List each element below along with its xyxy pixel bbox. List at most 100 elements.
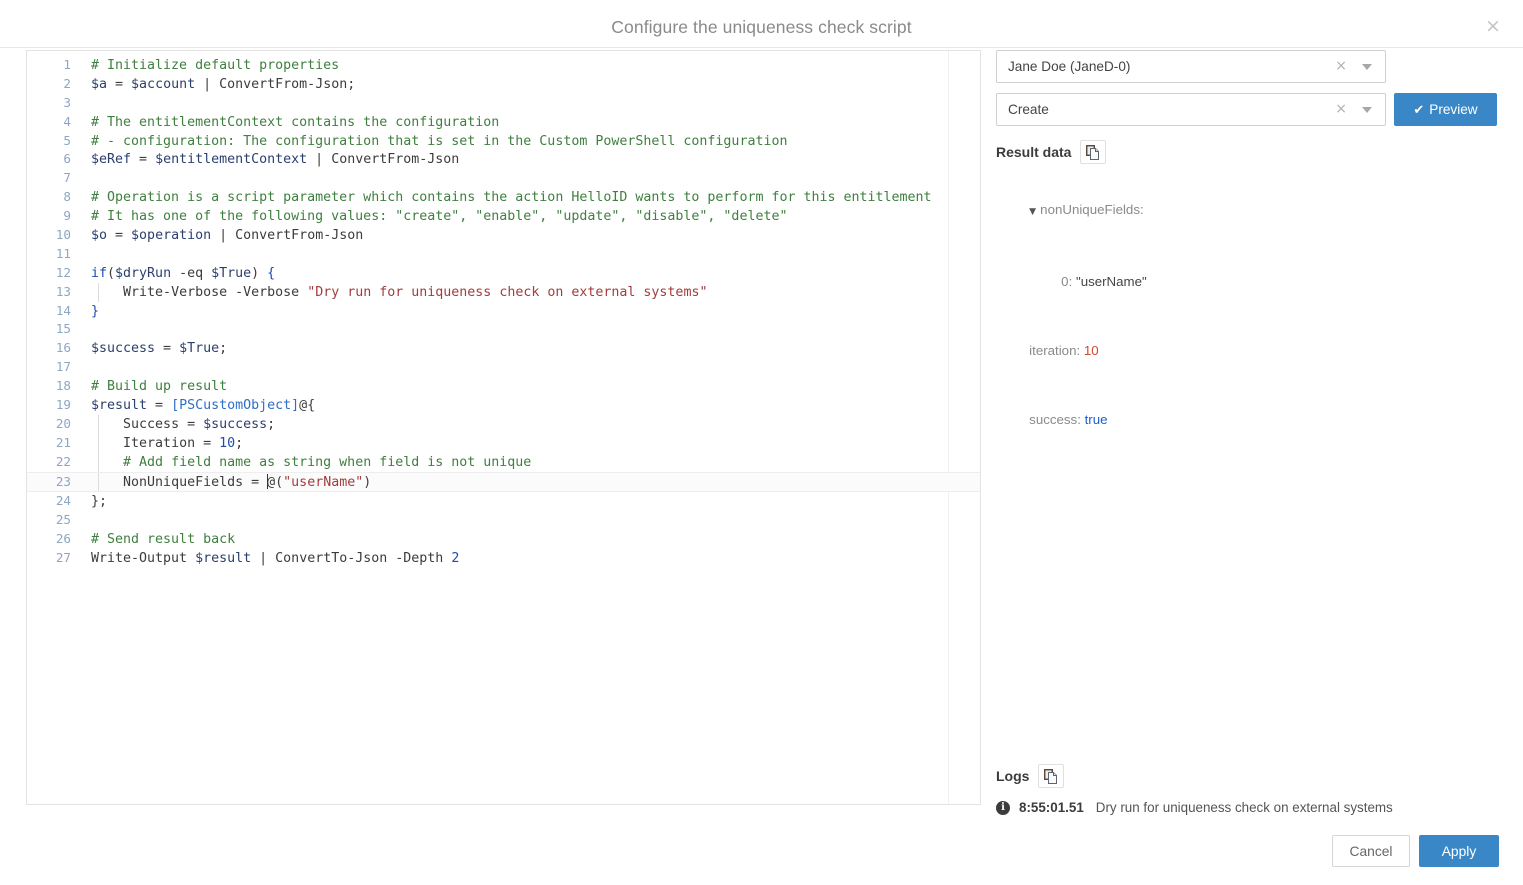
log-entries: i 8:55:01.51 Dry run for uniqueness check …	[996, 800, 1496, 815]
code-text: # Operation is a script parameter which …	[71, 189, 932, 208]
code-line[interactable]: 6 $eRef = $entitlementContext | ConvertFr…	[27, 150, 980, 169]
line-number: 25	[55, 512, 71, 528]
script-editor[interactable]: 1 # Initialize default properties 2 $a = $a…	[26, 50, 981, 805]
copy-logs-button[interactable]	[1038, 764, 1065, 788]
code-line[interactable]: 24};	[27, 492, 980, 511]
log-entry: i 8:55:01.51 Dry run for uniqueness check …	[996, 800, 1496, 815]
code-token: NonUniqueFields	[123, 474, 244, 490]
code-line[interactable]: 27 Write-Output $result | ConvertTo-Json …	[27, 549, 980, 568]
chevron-down-icon[interactable]	[1362, 107, 1372, 113]
action-select-clear-icon[interactable]: ×	[1335, 94, 1347, 125]
code-token: =	[147, 398, 172, 414]
code-token: $dryRun	[115, 265, 172, 281]
code-line[interactable]: 4 # The entitlementContext contains the c…	[27, 113, 980, 132]
result-data-header: Result data	[996, 140, 1496, 164]
line-number: 20	[55, 415, 71, 431]
code-line[interactable]: 26 # Send result back	[27, 530, 980, 549]
line-number: 5	[63, 132, 71, 148]
logs-section: Logs i 8:55:01.51 Dry run for uniqueness c…	[996, 750, 1496, 815]
code-line[interactable]: 9 # It has one of the following values: "…	[27, 207, 980, 226]
line-number: 18	[55, 378, 71, 394]
line-number: 17	[55, 359, 71, 375]
cancel-button[interactable]: Cancel	[1332, 835, 1410, 867]
line-number: 24	[55, 493, 71, 509]
tree-node-nonuniquefields[interactable]: ▼ nonUniqueFields:	[996, 175, 1496, 247]
code-line[interactable]: 10 $o = $operation | ConvertFrom-Json	[27, 226, 980, 245]
code-line[interactable]: 25	[27, 511, 980, 530]
code-line[interactable]: 21 Iteration = 10;	[27, 433, 980, 453]
close-icon[interactable]: ×	[1479, 12, 1507, 40]
tree-node-iteration: iteration: 10	[996, 316, 1496, 385]
code-line[interactable]: 16 $success = $True;	[27, 339, 980, 358]
code-line[interactable]: 3	[27, 94, 980, 113]
code-token: # It has one of the following values: "c…	[91, 209, 788, 225]
code-token: "Dry run for uniqueness check on externa…	[307, 284, 708, 300]
triangle-down-icon[interactable]: ▼	[1029, 201, 1040, 224]
code-line[interactable]: 1 # Initialize default properties	[27, 56, 980, 75]
line-number: 9	[63, 208, 71, 224]
code-line[interactable]: 20 Success = $success;	[27, 414, 980, 434]
action-select-row: Create × ✔ Preview	[996, 93, 1497, 126]
code-token: $success	[91, 341, 156, 357]
result-data-title: Result data	[996, 144, 1072, 160]
log-message: Dry run for uniqueness check on external…	[1095, 800, 1393, 815]
code-token: if	[91, 265, 108, 281]
code-text: Write-Verbose -Verbose "Dry run for uniq…	[71, 284, 707, 303]
chevron-down-icon[interactable]	[1362, 64, 1372, 70]
code-token: # Operation is a script parameter which …	[91, 190, 932, 206]
apply-button[interactable]: Apply	[1419, 835, 1499, 867]
code-text: # Add field name as string when field is…	[71, 454, 531, 473]
code-text: $success = $True;	[71, 340, 227, 359]
code-line[interactable]: 12 if($dryRun -eq $True) {	[27, 264, 980, 283]
code-line[interactable]: 8 # Operation is a script parameter which…	[27, 188, 980, 207]
person-select[interactable]: Jane Doe (JaneD-0) ×	[996, 50, 1386, 83]
tree-node-success: success: true	[996, 385, 1496, 454]
person-select-row: Jane Doe (JaneD-0) ×	[996, 50, 1496, 83]
code-line[interactable]: 22 # Add field name as string when field…	[27, 452, 980, 473]
code-token: "userName"	[283, 474, 364, 490]
code-line[interactable]: 13 Write-Verbose -Verbose "Dry run for u…	[27, 282, 980, 303]
code-lines[interactable]: 1 # Initialize default properties 2 $a = $a…	[27, 51, 980, 568]
copy-icon	[1086, 145, 1100, 160]
indent-guide	[98, 282, 99, 302]
code-token: ConvertTo-Json	[275, 551, 388, 567]
code-line[interactable]: 11	[27, 245, 980, 264]
copy-result-data-button[interactable]	[1080, 140, 1107, 164]
code-token: }	[91, 303, 100, 319]
code-text: # Send result back	[71, 531, 235, 550]
code-line[interactable]: 18 # Build up result	[27, 377, 980, 396]
code-line[interactable]: 17	[27, 358, 980, 377]
preview-button[interactable]: ✔ Preview	[1394, 93, 1497, 126]
code-text: NonUniqueFields = @("userName")	[71, 473, 372, 493]
action-select[interactable]: Create ×	[996, 93, 1386, 126]
code-line[interactable]: 14}	[27, 302, 980, 321]
code-token: =	[155, 341, 180, 357]
code-line[interactable]: 5 # - configuration: The configuration th…	[27, 132, 980, 151]
preview-panel: Jane Doe (JaneD-0) × Create × ✔ Preview R…	[996, 50, 1497, 815]
line-number: 23	[55, 473, 71, 489]
code-token: # - configuration: The configuration tha…	[91, 133, 788, 149]
code-token: )	[363, 474, 372, 490]
code-token: |	[307, 152, 332, 168]
code-line[interactable]: 15	[27, 320, 980, 339]
person-select-clear-icon[interactable]: ×	[1335, 51, 1347, 82]
code-line[interactable]: 23 NonUniqueFields = @("userName")	[27, 471, 980, 493]
code-text: $a = $account | ConvertFrom-Json;	[71, 76, 355, 95]
dialog-footer: Cancel Apply	[0, 823, 1523, 885]
code-token: ConvertFrom-Json	[235, 228, 364, 244]
code-token: Iteration	[123, 435, 196, 451]
dialog-title-bar: Configure the uniqueness check script ×	[0, 0, 1523, 48]
code-token: # Build up result	[91, 379, 228, 395]
code-line[interactable]: 7	[27, 169, 980, 188]
preview-button-label: Preview	[1429, 101, 1478, 117]
code-line[interactable]: 2 $a = $account | ConvertFrom-Json;	[27, 75, 980, 94]
code-token: =	[107, 228, 132, 244]
code-token: ;	[235, 435, 244, 451]
code-text: # - configuration: The configuration tha…	[71, 133, 787, 152]
indent-guide	[98, 433, 99, 453]
line-number: 15	[55, 321, 71, 337]
code-line[interactable]: 19 $result = [PSCustomObject]@{	[27, 396, 980, 415]
page-title: Configure the uniqueness check script	[611, 17, 912, 37]
info-icon: i	[996, 800, 1010, 815]
